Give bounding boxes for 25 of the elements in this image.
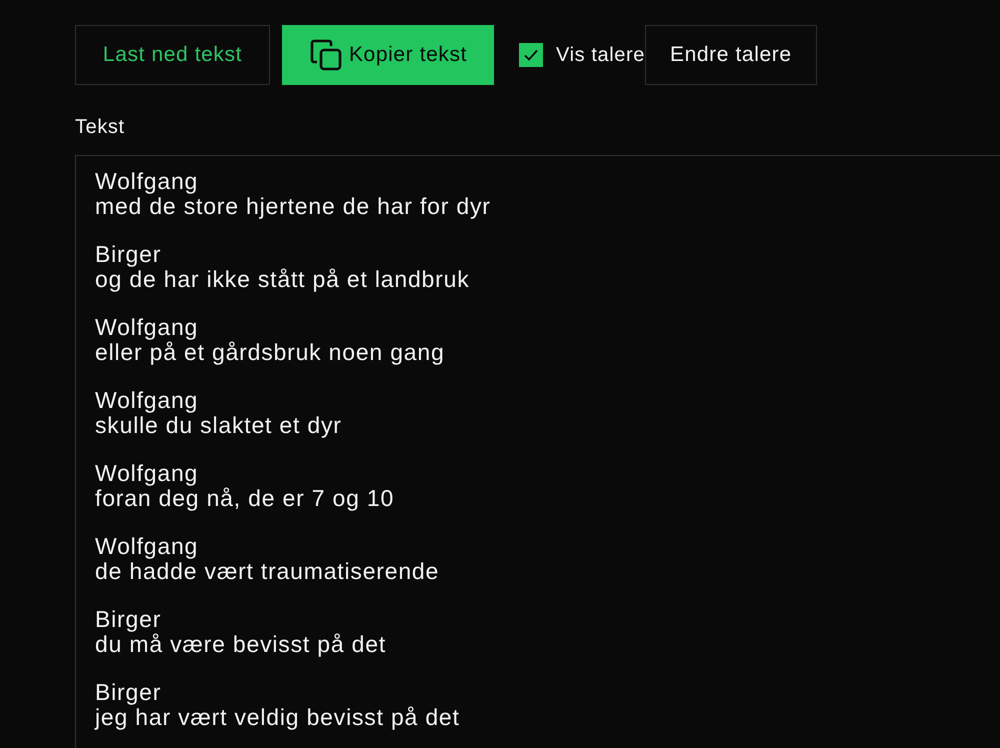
transcript-text-area[interactable] (75, 155, 1000, 748)
checkmark-icon (523, 47, 539, 63)
utterance-text: med de store hjertene de har for dyr (95, 194, 492, 218)
speaker-name: Birger (95, 680, 162, 704)
utterance-text: de hadde vært traumatiserende (95, 558, 440, 583)
speaker-name: Wolfgang (95, 534, 200, 558)
speaker-name: Wolfgang (95, 461, 200, 486)
copy-text-button[interactable]: Kopier tekst (282, 25, 494, 85)
utterance-text: skulle du slaktet et dyr (95, 412, 343, 437)
edit-speakers-button[interactable]: Endre talere (645, 25, 817, 85)
copy-icon (308, 38, 343, 72)
speaker-name: Wolfgang (95, 388, 200, 412)
utterance-text: eller på et gårdsbruk noen gang (95, 340, 446, 364)
utterance-text: du må være bevisst på det (95, 632, 388, 656)
speaker-name: Wolfgang (95, 315, 200, 340)
speaker-name: Birger (95, 242, 162, 266)
text-field-label: Tekst (75, 116, 126, 139)
utterance-text: og de har ikke stått på et landbruk (95, 266, 470, 291)
show-speakers-checkbox[interactable] (519, 43, 543, 67)
utterance-text: jeg har vært veldig bevisst på det (95, 704, 461, 729)
utterance-text: foran deg nå, de er 7 og 10 (95, 486, 396, 510)
download-text-button[interactable]: Last ned tekst (75, 25, 270, 85)
show-speakers-label: Vis talere (556, 44, 646, 66)
speaker-name: Birger (95, 607, 162, 632)
speaker-name: Wolfgang (95, 169, 200, 194)
